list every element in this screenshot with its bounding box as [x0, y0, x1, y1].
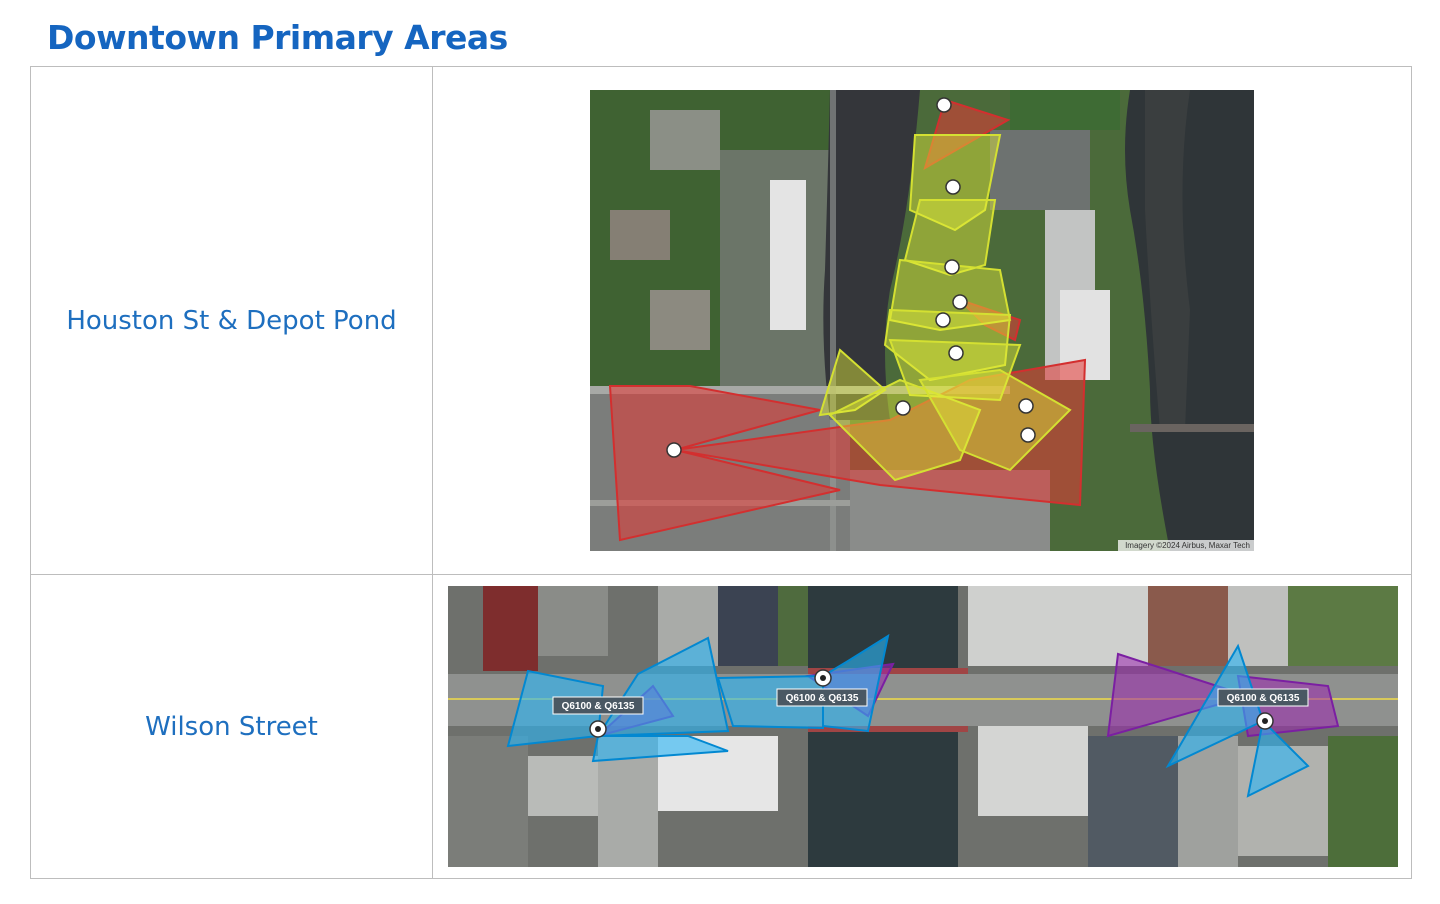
camera-label: Q6100 & Q6135: [1227, 693, 1300, 704]
map-attribution: Imagery ©2024 Airbus, Maxar Tech: [1125, 541, 1250, 550]
areas-table: Houston St & Depot Pond Imagery ©2024 Ai…: [30, 66, 1412, 879]
area-label-cell: Wilson Street: [30, 574, 433, 879]
area-name: Wilson Street: [145, 711, 318, 742]
page-title: Downtown Primary Areas: [47, 18, 508, 57]
map-cell: Q6100 & Q6135 Q6100 & Q6135 Q6100 & Q613…: [432, 574, 1412, 879]
aerial-map-wilson-street: Q6100 & Q6135 Q6100 & Q6135 Q6100 & Q613…: [448, 586, 1398, 867]
area-label-cell: Houston St & Depot Pond: [30, 66, 433, 575]
map-cell: Imagery ©2024 Airbus, Maxar Tech: [432, 66, 1412, 575]
table-row: Houston St & Depot Pond Imagery ©2024 Ai…: [30, 66, 1412, 575]
camera-label: Q6100 & Q6135: [786, 693, 859, 704]
camera-label: Q6100 & Q6135: [562, 701, 635, 712]
area-name: Houston St & Depot Pond: [66, 305, 397, 336]
table-row: Wilson Street Q6100 & Q6135 Q6100 & Q613…: [30, 574, 1412, 879]
aerial-map-houston-depot: Imagery ©2024 Airbus, Maxar Tech: [590, 90, 1254, 551]
